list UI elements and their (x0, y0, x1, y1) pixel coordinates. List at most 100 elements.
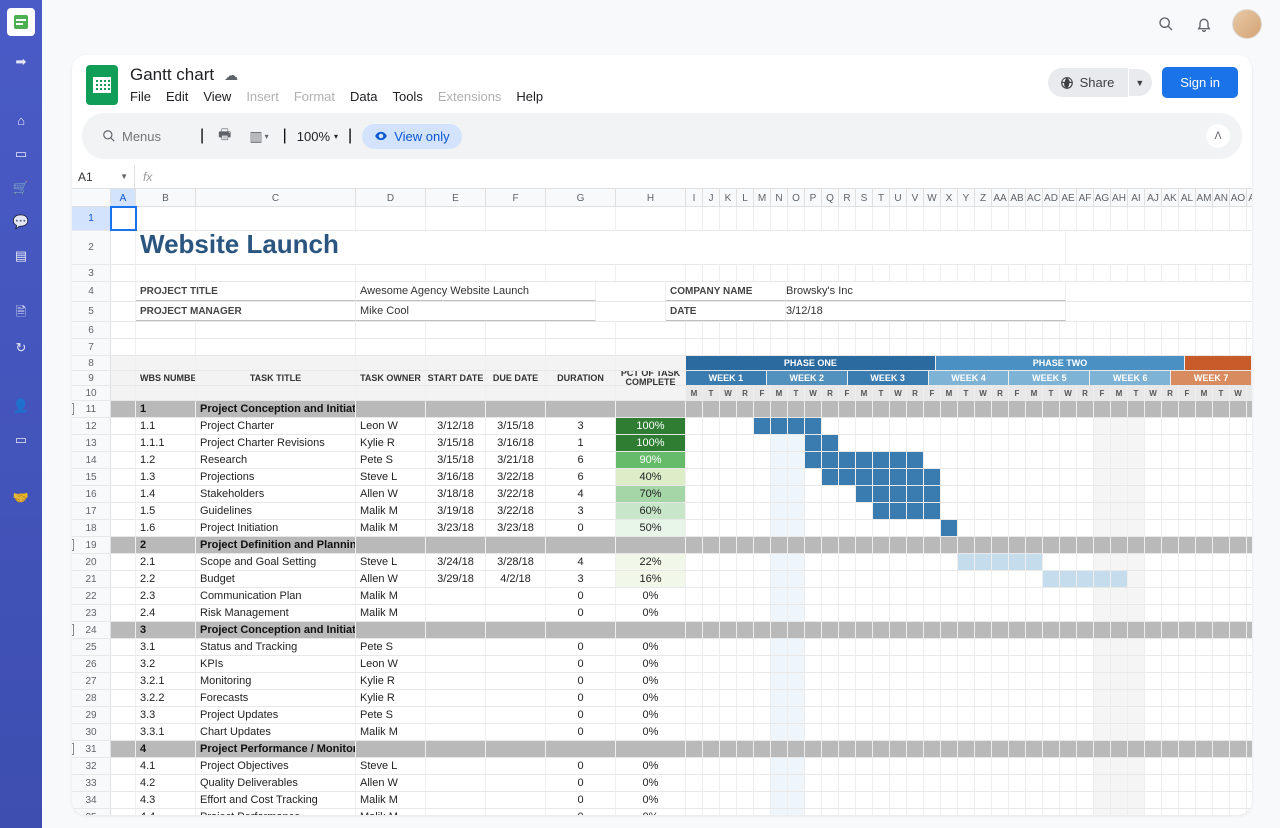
outline-collapse[interactable]: − (72, 743, 74, 755)
col-header-U[interactable]: U (890, 189, 907, 207)
owner[interactable]: Steve L (356, 554, 426, 570)
gantt-cell[interactable] (703, 435, 720, 451)
gantt-cell[interactable] (754, 418, 771, 434)
card-icon[interactable]: ▭ (7, 426, 35, 454)
gantt-cell[interactable] (1213, 520, 1230, 536)
gantt-cell[interactable] (975, 707, 992, 723)
gantt-cell[interactable] (1060, 571, 1077, 587)
gantt-cell[interactable] (771, 435, 788, 451)
gantt-cell[interactable] (975, 656, 992, 672)
gantt-cell[interactable] (1179, 809, 1196, 815)
gantt-cell[interactable] (890, 622, 907, 638)
gantt-cell[interactable] (907, 571, 924, 587)
gantt-cell[interactable] (788, 673, 805, 689)
gantt-cell[interactable] (1060, 656, 1077, 672)
gantt-cell[interactable] (1094, 622, 1111, 638)
gantt-cell[interactable] (873, 520, 890, 536)
col-header-AD[interactable]: AD (1043, 189, 1060, 207)
col-header-W[interactable]: W (924, 189, 941, 207)
gantt-cell[interactable] (975, 537, 992, 553)
col-header-AF[interactable]: AF (1077, 189, 1094, 207)
gantt-cell[interactable] (1162, 622, 1179, 638)
gantt-cell[interactable] (754, 339, 771, 355)
gantt-cell[interactable] (1077, 656, 1094, 672)
gantt-cell[interactable] (1128, 639, 1145, 655)
gantt-cell[interactable] (975, 486, 992, 502)
gantt-cell[interactable] (1145, 809, 1162, 815)
pct[interactable]: 0% (616, 673, 686, 689)
start[interactable] (426, 724, 486, 740)
wbs[interactable]: 1.4 (136, 486, 196, 502)
gantt-cell[interactable] (1077, 758, 1094, 774)
search-icon[interactable] (1156, 14, 1176, 34)
gantt-cell[interactable] (822, 503, 839, 519)
wbs[interactable]: 3.2.2 (136, 690, 196, 706)
gantt-cell[interactable] (1111, 792, 1128, 808)
col-header-H[interactable]: H (616, 189, 686, 207)
dur[interactable]: 3 (546, 418, 616, 434)
gantt-cell[interactable] (1026, 339, 1043, 355)
gantt-cell[interactable] (958, 724, 975, 740)
gantt-cell[interactable] (737, 339, 754, 355)
gantt-cell[interactable] (737, 207, 754, 230)
gantt-cell[interactable] (771, 452, 788, 468)
gantt-cell[interactable] (1247, 656, 1252, 672)
gantt-cell[interactable] (1213, 452, 1230, 468)
owner[interactable]: Malik M (356, 792, 426, 808)
gantt-cell[interactable] (1196, 741, 1213, 757)
gantt-cell[interactable] (822, 265, 839, 281)
gantt-cell[interactable] (975, 724, 992, 740)
gantt-cell[interactable] (1060, 322, 1077, 338)
gantt-cell[interactable] (686, 622, 703, 638)
due[interactable] (486, 639, 546, 655)
outline-collapse[interactable]: − (72, 624, 74, 636)
gantt-cell[interactable] (1145, 588, 1162, 604)
gantt-cell[interactable] (1043, 741, 1060, 757)
gantt-cell[interactable] (805, 418, 822, 434)
gantt-cell[interactable] (1009, 339, 1026, 355)
handshake-icon[interactable]: 🤝 (7, 484, 35, 512)
wbs[interactable]: 4.1 (136, 758, 196, 774)
gantt-cell[interactable] (890, 401, 907, 417)
gantt-cell[interactable] (788, 520, 805, 536)
gantt-cell[interactable] (1026, 690, 1043, 706)
gantt-cell[interactable] (754, 207, 771, 230)
cell[interactable] (486, 622, 546, 638)
gantt-cell[interactable] (856, 486, 873, 502)
gantt-cell[interactable] (771, 673, 788, 689)
gantt-cell[interactable] (958, 537, 975, 553)
gantt-cell[interactable] (771, 486, 788, 502)
day-header[interactable]: F (1179, 386, 1196, 400)
meta-company-val[interactable]: Browsky's Inc (786, 282, 1066, 301)
cell[interactable] (196, 339, 356, 355)
gantt-cell[interactable] (1077, 486, 1094, 502)
gantt-cell[interactable] (992, 673, 1009, 689)
gantt-cell[interactable] (992, 707, 1009, 723)
gantt-cell[interactable] (924, 673, 941, 689)
gantt-cell[interactable] (686, 207, 703, 230)
gantt-cell[interactable] (1162, 588, 1179, 604)
gantt-cell[interactable] (1213, 741, 1230, 757)
gantt-cell[interactable] (1128, 418, 1145, 434)
gantt-cell[interactable] (975, 809, 992, 815)
gantt-cell[interactable] (856, 809, 873, 815)
owner[interactable]: Leon W (356, 418, 426, 434)
gantt-cell[interactable] (1026, 809, 1043, 815)
cell[interactable] (136, 339, 196, 355)
gantt-cell[interactable] (1111, 339, 1128, 355)
gantt-cell[interactable] (1145, 571, 1162, 587)
row-header-14[interactable]: 14 (72, 452, 111, 468)
gantt-cell[interactable] (771, 809, 788, 815)
gantt-cell[interactable] (1077, 469, 1094, 485)
gantt-cell[interactable] (941, 339, 958, 355)
gantt-cell[interactable] (686, 741, 703, 757)
gantt-cell[interactable] (1128, 322, 1145, 338)
gantt-cell[interactable] (737, 418, 754, 434)
gantt-cell[interactable] (975, 741, 992, 757)
task-title[interactable]: Effort and Cost Tracking (196, 792, 356, 808)
gantt-cell[interactable] (839, 537, 856, 553)
gantt-cell[interactable] (1060, 707, 1077, 723)
day-header[interactable]: R (737, 386, 754, 400)
gantt-cell[interactable] (805, 792, 822, 808)
gantt-cell[interactable] (1094, 401, 1111, 417)
